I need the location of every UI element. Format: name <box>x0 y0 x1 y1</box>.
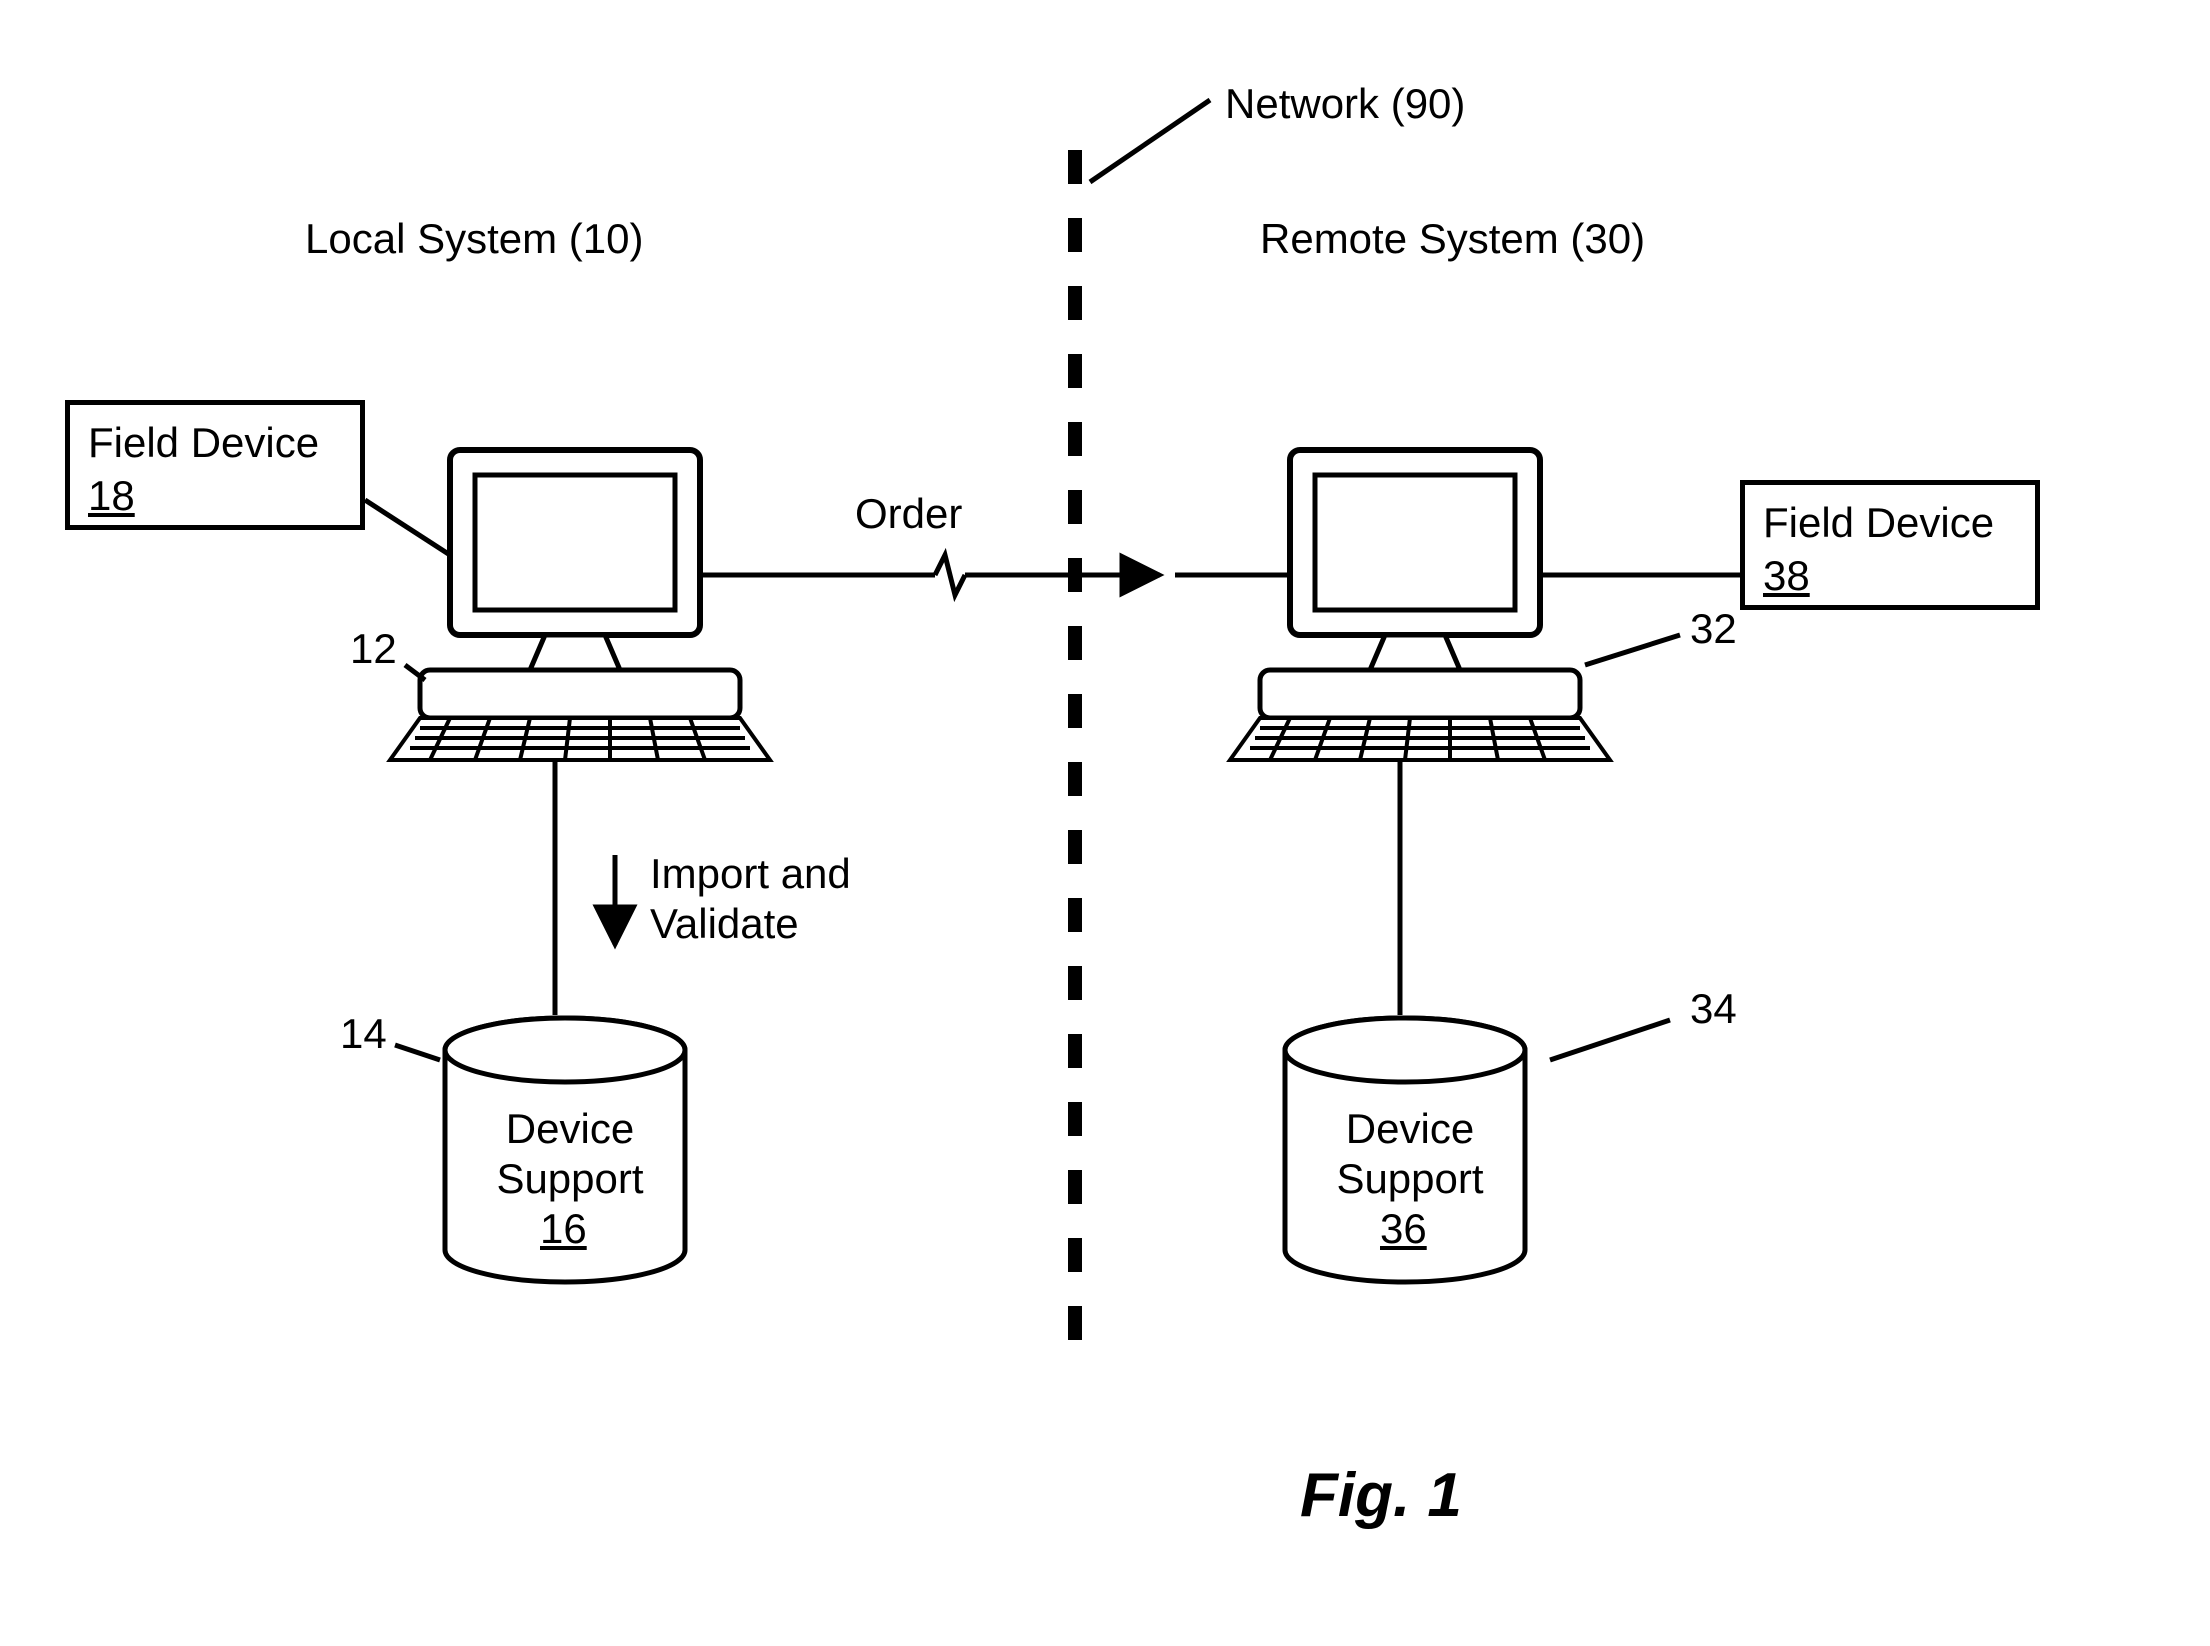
diagram-canvas: Network (90) Local System (10) Remote Sy… <box>0 0 2210 1646</box>
pc-right-ref: 32 <box>1690 605 1737 653</box>
pc-left-ref: 12 <box>350 625 397 673</box>
order-label: Order <box>855 490 962 538</box>
import-validate-l1: Import and <box>650 850 851 898</box>
db-left-ref: 14 <box>340 1010 387 1058</box>
db-right-l2: Support <box>1330 1155 1490 1203</box>
figure-caption: Fig. 1 <box>1300 1460 1462 1531</box>
db-right-ref-inner: 36 <box>1380 1205 1427 1253</box>
db-right-l1: Device <box>1340 1105 1480 1153</box>
db-left-ref-inner: 16 <box>540 1205 587 1253</box>
import-validate-l2: Validate <box>650 900 799 948</box>
db-left-l1: Device <box>500 1105 640 1153</box>
db-left-l2: Support <box>490 1155 650 1203</box>
connectors <box>0 0 2210 1646</box>
db-right-ref: 34 <box>1690 985 1737 1033</box>
